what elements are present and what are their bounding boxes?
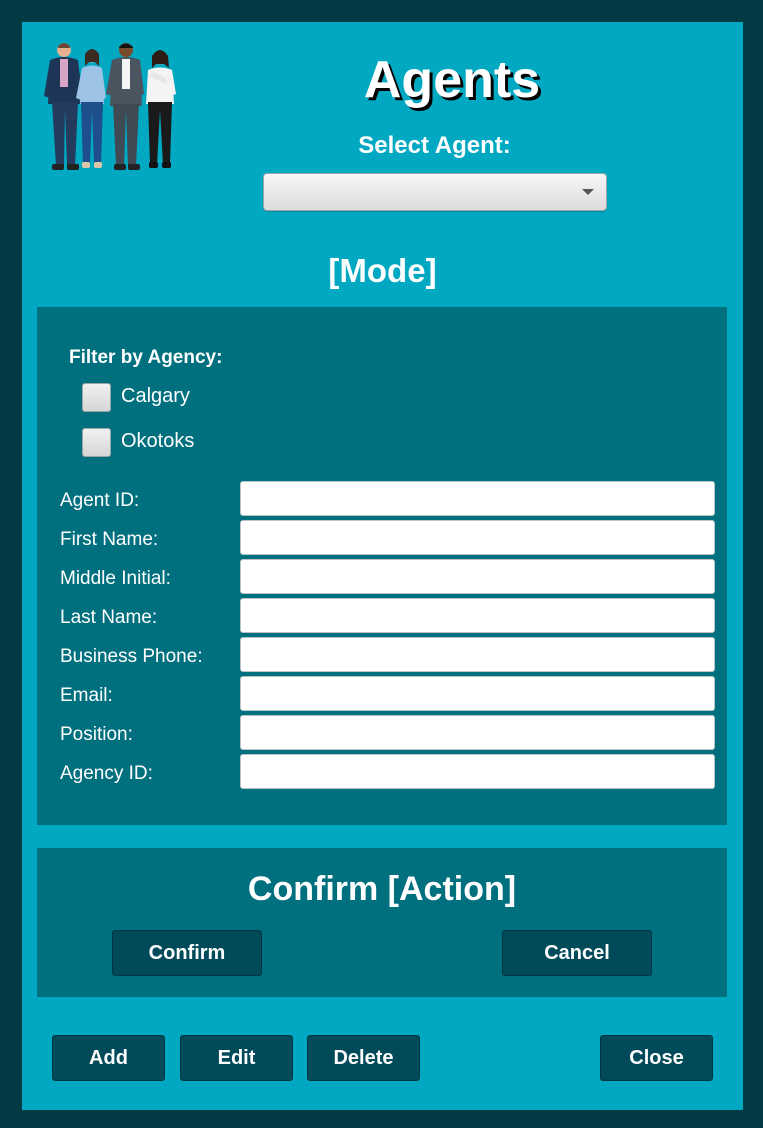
confirm-action-panel: Confirm [Action] Confirm Cancel	[37, 848, 727, 997]
agent-id-row: Agent ID:	[37, 481, 727, 518]
person-1-figure	[44, 43, 82, 170]
middle-initial-row: Middle Initial:	[37, 559, 727, 596]
people-group-logo	[44, 43, 176, 170]
close-button[interactable]: Close	[600, 1035, 713, 1081]
email-input[interactable]	[240, 676, 715, 711]
delete-button[interactable]: Delete	[307, 1035, 420, 1081]
okotoks-checkbox[interactable]	[82, 428, 111, 457]
agent-form-panel: Filter by Agency: Calgary Okotoks Agent …	[37, 307, 727, 825]
select-agent-label: Select Agent:	[358, 132, 511, 159]
agent-id-label: Agent ID:	[60, 490, 140, 511]
last-name-row: Last Name:	[37, 598, 727, 635]
middle-initial-label: Middle Initial:	[60, 568, 171, 589]
middle-initial-input[interactable]	[240, 559, 715, 594]
cancel-button[interactable]: Cancel	[502, 930, 652, 976]
edit-button[interactable]: Edit	[180, 1035, 293, 1081]
mode-title: [Mode]	[328, 252, 437, 289]
add-button[interactable]: Add	[52, 1035, 165, 1081]
position-row: Position:	[37, 715, 727, 752]
business-phone-label: Business Phone:	[60, 646, 203, 667]
business-phone-row: Business Phone:	[37, 637, 727, 674]
first-name-row: First Name:	[37, 520, 727, 557]
last-name-label: Last Name:	[60, 607, 158, 628]
agency-id-row: Agency ID:	[37, 754, 727, 791]
email-row: Email:	[37, 676, 727, 713]
first-name-input[interactable]	[240, 520, 715, 555]
person-4-figure	[146, 50, 176, 168]
filter-by-agency-label: Filter by Agency:	[69, 347, 223, 368]
position-input[interactable]	[240, 715, 715, 750]
position-label: Position:	[60, 724, 133, 745]
person-3-figure	[106, 43, 144, 170]
agent-select-dropdown[interactable]	[263, 173, 607, 211]
agent-id-input[interactable]	[240, 481, 715, 516]
calgary-checkbox-label[interactable]: Calgary	[121, 385, 190, 408]
business-phone-input[interactable]	[240, 637, 715, 672]
person-2-figure	[76, 49, 106, 168]
agency-id-label: Agency ID:	[60, 763, 153, 784]
confirm-button[interactable]: Confirm	[112, 930, 262, 976]
okotoks-checkbox-label[interactable]: Okotoks	[121, 430, 194, 453]
confirm-action-title: Confirm [Action]	[247, 870, 517, 908]
calgary-checkbox[interactable]	[82, 383, 111, 412]
email-label: Email:	[60, 685, 113, 706]
agents-window: Agents Select Agent: [Mode] Filter by Ag…	[22, 22, 743, 1110]
first-name-label: First Name:	[60, 529, 159, 550]
chevron-down-icon	[582, 189, 594, 195]
page-title: Agents	[363, 51, 541, 109]
last-name-input[interactable]	[240, 598, 715, 633]
agency-id-input[interactable]	[240, 754, 715, 789]
